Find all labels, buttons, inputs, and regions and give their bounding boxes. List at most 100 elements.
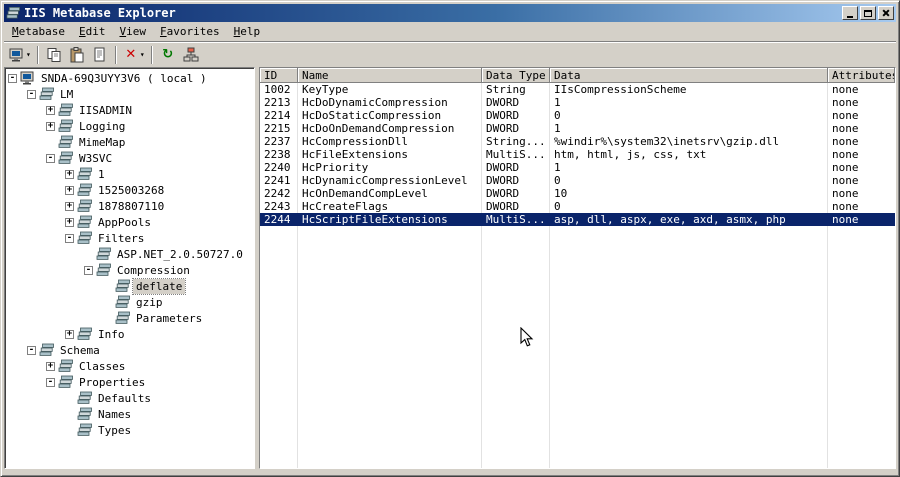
tree-item-apppools[interactable]: + AppPools [5,214,254,230]
tree-item-label: 1878807110 [98,199,165,213]
tree-item-mimemap[interactable]: MimeMap [5,134,254,150]
expander-icon[interactable]: - [46,153,55,163]
toolbar-separator [36,45,39,64]
expander-icon[interactable]: - [65,233,74,243]
tree-item-snda-69q3uyy3v6-local[interactable]: - SNDA-69Q3UYY3V6 ( local ) [5,70,254,86]
paste-button[interactable] [66,44,88,66]
expander-icon[interactable]: + [65,201,74,211]
window-controls [842,6,894,20]
tree-item-deflate[interactable]: deflate [5,277,254,295]
close-icon [882,9,890,17]
tree-item-filters[interactable]: - Filters [5,230,254,246]
network-button[interactable] [180,44,202,66]
computer-icon [9,47,25,63]
menu-item-favorites[interactable]: Favorites [153,22,227,41]
expander-icon[interactable]: - [8,73,17,83]
dropdown-arrow-icon[interactable]: ▾ [26,50,31,59]
expander-icon[interactable]: + [65,169,74,179]
table-row-1002[interactable]: 1002 KeyType String IIsCompressionScheme non… [260,83,895,96]
tree-item-lm[interactable]: - LM [5,86,254,102]
table-row-2238[interactable]: 2238 HcFileExtensions MultiS... htm, html, … [260,148,895,161]
node-icon [39,87,57,101]
expander-icon[interactable]: + [46,361,55,371]
node-icon [96,247,114,261]
paste-icon [69,46,85,63]
app-icon [6,6,21,20]
expander-icon[interactable]: + [46,121,55,131]
tree-item-w3svc[interactable]: - W3SVC [5,150,254,166]
cell: 1 [554,96,561,109]
column-header-name[interactable]: Name [298,68,482,83]
cell: HcCreateFlags [302,200,389,213]
delete-button[interactable]: ✕ ▾ [121,44,147,66]
tree-item-types[interactable]: Types [5,422,254,438]
menu-item-edit[interactable]: Edit [72,22,113,41]
cell: 1 [554,122,561,135]
tree-item-defaults[interactable]: Defaults [5,390,254,406]
node-icon [39,343,57,357]
maximize-button[interactable] [860,6,876,20]
menu-item-view[interactable]: View [112,22,153,41]
table-row-2215[interactable]: 2215 HcDoOnDemandCompression DWORD 1 none [260,122,895,135]
tree-item-label: ASP.NET_2.0.50727.0 [117,247,243,261]
cell: DWORD [486,96,520,109]
tree-item-asp-net-2-0-50727-0[interactable]: ASP.NET_2.0.50727.0 [5,246,254,262]
column-header-data-type[interactable]: Data Type [482,68,550,83]
table-row-2241[interactable]: 2241 HcDynamicCompressionLevel DWORD 0 none [260,174,895,187]
cell: DWORD [486,161,520,174]
expander-icon[interactable]: - [27,89,36,99]
minimize-button[interactable] [842,6,858,20]
table-row-2243[interactable]: 2243 HcCreateFlags DWORD 0 none [260,200,895,213]
node-icon [77,423,95,437]
cell: none [832,213,859,226]
column-header-data[interactable]: Data [550,68,828,83]
close-button[interactable] [878,6,894,20]
menu-item-metabase[interactable]: Metabase [5,22,72,41]
tree-item-iisadmin[interactable]: + IISADMIN [5,102,254,118]
tree-item-classes[interactable]: + Classes [5,358,254,374]
cell: 2243 [264,200,291,213]
expander-icon[interactable]: + [46,105,55,115]
tree-item-schema[interactable]: - Schema [5,342,254,358]
tree-item-parameters[interactable]: Parameters [5,310,254,326]
column-header-id[interactable]: ID [260,68,298,83]
table-row-2213[interactable]: 2213 HcDoDynamicCompression DWORD 1 none [260,96,895,109]
cell: KeyType [302,83,349,96]
expander-icon[interactable]: - [27,345,36,355]
tree-item-info[interactable]: + Info [5,326,254,342]
dropdown-arrow-icon[interactable]: ▾ [140,50,145,59]
tree-item-names[interactable]: Names [5,406,254,422]
connect-button[interactable]: ▾ [7,44,33,66]
table-row-2240[interactable]: 2240 HcPriority DWORD 1 none [260,161,895,174]
tree-item-1878807110[interactable]: +1878807110 [5,198,254,214]
copy-button[interactable] [43,44,65,66]
cell: asp, dll, aspx, exe, axd, asmx, php [554,213,786,226]
table-row-2214[interactable]: 2214 HcDoStaticCompression DWORD 0 none [260,109,895,122]
cell: 2240 [264,161,291,174]
table-row-2244[interactable]: 2244 HcScriptFileExtensions MultiS... asp, … [260,213,895,226]
refresh-button[interactable]: ↻ [157,44,179,66]
menu-item-help[interactable]: Help [227,22,268,41]
properties-button[interactable] [89,44,111,66]
cell: %windir%\system32\inetsrv\gzip.dll [554,135,780,148]
table-row-2242[interactable]: 2242 HcOnDemandCompLevel DWORD 10 none [260,187,895,200]
expander-icon[interactable]: - [84,265,93,275]
title-bar[interactable]: IIS Metabase Explorer [4,4,896,22]
copy-icon [46,47,62,63]
tree-item-logging[interactable]: + Logging [5,118,254,134]
expander-icon[interactable]: - [46,377,55,387]
node-icon [77,199,95,213]
cell: none [832,161,859,174]
tree-item-compression[interactable]: - Compression [5,262,254,278]
tree-item-1525003268[interactable]: +1525003268 [5,182,254,198]
tree-item-gzip[interactable]: gzip [5,294,254,310]
tree-item-1[interactable]: +1 [5,166,254,182]
expander-icon[interactable]: + [65,217,74,227]
table-row-2237[interactable]: 2237 HcCompressionDll String... %windir%\sy… [260,135,895,148]
column-header-attributes[interactable]: Attributes [828,68,895,83]
expander-icon[interactable]: + [65,185,74,195]
tree-item-label: IISADMIN [79,103,132,117]
tree-item-properties[interactable]: - Properties [5,374,254,390]
expander-icon[interactable]: + [65,329,74,339]
